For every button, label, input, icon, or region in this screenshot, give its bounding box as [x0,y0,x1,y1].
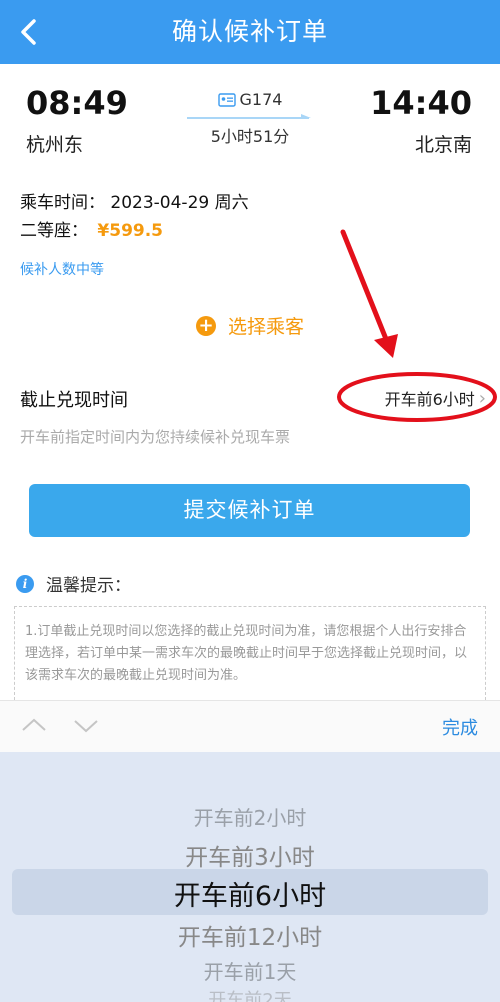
seat-row: 二等座： ¥599.5 [20,216,163,241]
header-bar: 确认候补订单 [0,0,500,64]
done-button[interactable]: 完成 [442,714,478,740]
deadline-hint: 开车前指定时间内为您持续候补兑现车票 [20,428,291,446]
picker-option[interactable]: 开车前1天 [0,956,500,985]
chevron-right-icon: › [478,387,486,409]
waitlist-status[interactable]: 候补人数中等 [20,259,104,279]
picker-option-selected[interactable]: 开车前6小时 [0,874,500,913]
picker-option[interactable]: 开车前3小时 [0,838,500,872]
ride-date-row: 乘车时间： 2023-04-29 周六 [20,188,249,213]
seat-price: ¥599.5 [97,221,164,241]
id-card-icon [217,92,236,107]
picker-option[interactable]: 开车前2天 [0,986,500,1002]
deadline-selector[interactable]: 开车前6小时 › [385,386,486,410]
picker-option[interactable]: 开车前12小时 [0,918,500,952]
departure-station: 杭州东 [26,134,84,156]
picker-toolbar: 完成 [0,700,500,752]
deadline-picker-wheel[interactable]: 开车前2小时 开车前3小时 开车前6小时 开车前12小时 开车前1天 开车前2天 [0,752,500,1002]
tips-text: 1.订单截止兑现时间以您选择的截止兑现时间为准，请您根据个人出行安排合理选择，若… [25,624,468,683]
ride-date-value: 2023-04-29 周六 [110,193,249,213]
train-middle: G174 5小时51分 [180,90,320,147]
tips-header: i 温馨提示： [16,571,131,596]
travel-duration: 5小时51分 [210,127,290,146]
deadline-label: 截止兑现时间 [20,390,128,411]
select-passenger-label: 选择乘客 [227,316,304,338]
info-icon: i [16,574,34,593]
page-title: 确认候补订单 [171,17,328,46]
plus-icon: + [195,315,216,336]
submit-order-button[interactable]: 提交候补订单 [29,484,470,537]
tips-box: 1.订单截止兑现时间以您选择的截止兑现时间为准，请您根据个人出行安排合理选择，若… [14,606,486,700]
select-passenger-button[interactable]: + 选择乘客 [0,312,500,339]
train-summary: 08:49 杭州东 G174 5小时51分 14:40 北京南 [0,64,500,164]
seat-label: 二等座： [20,221,88,241]
deadline-value: 开车前6小时 [384,390,475,409]
picker-option[interactable]: 开车前2小时 [0,802,500,831]
direction-arrow-icon [187,114,311,119]
train-number-text: G174 [239,90,283,109]
chevron-up-icon[interactable] [20,713,48,737]
ride-date-label: 乘车时间： [20,193,105,213]
departure-time: 08:49 [26,84,128,122]
train-number: G174 [180,90,320,109]
arrival-time: 14:40 [370,84,472,122]
chevron-down-icon[interactable] [72,713,100,737]
arrival-station: 北京南 [414,134,472,156]
tips-title: 温馨提示： [46,576,131,596]
